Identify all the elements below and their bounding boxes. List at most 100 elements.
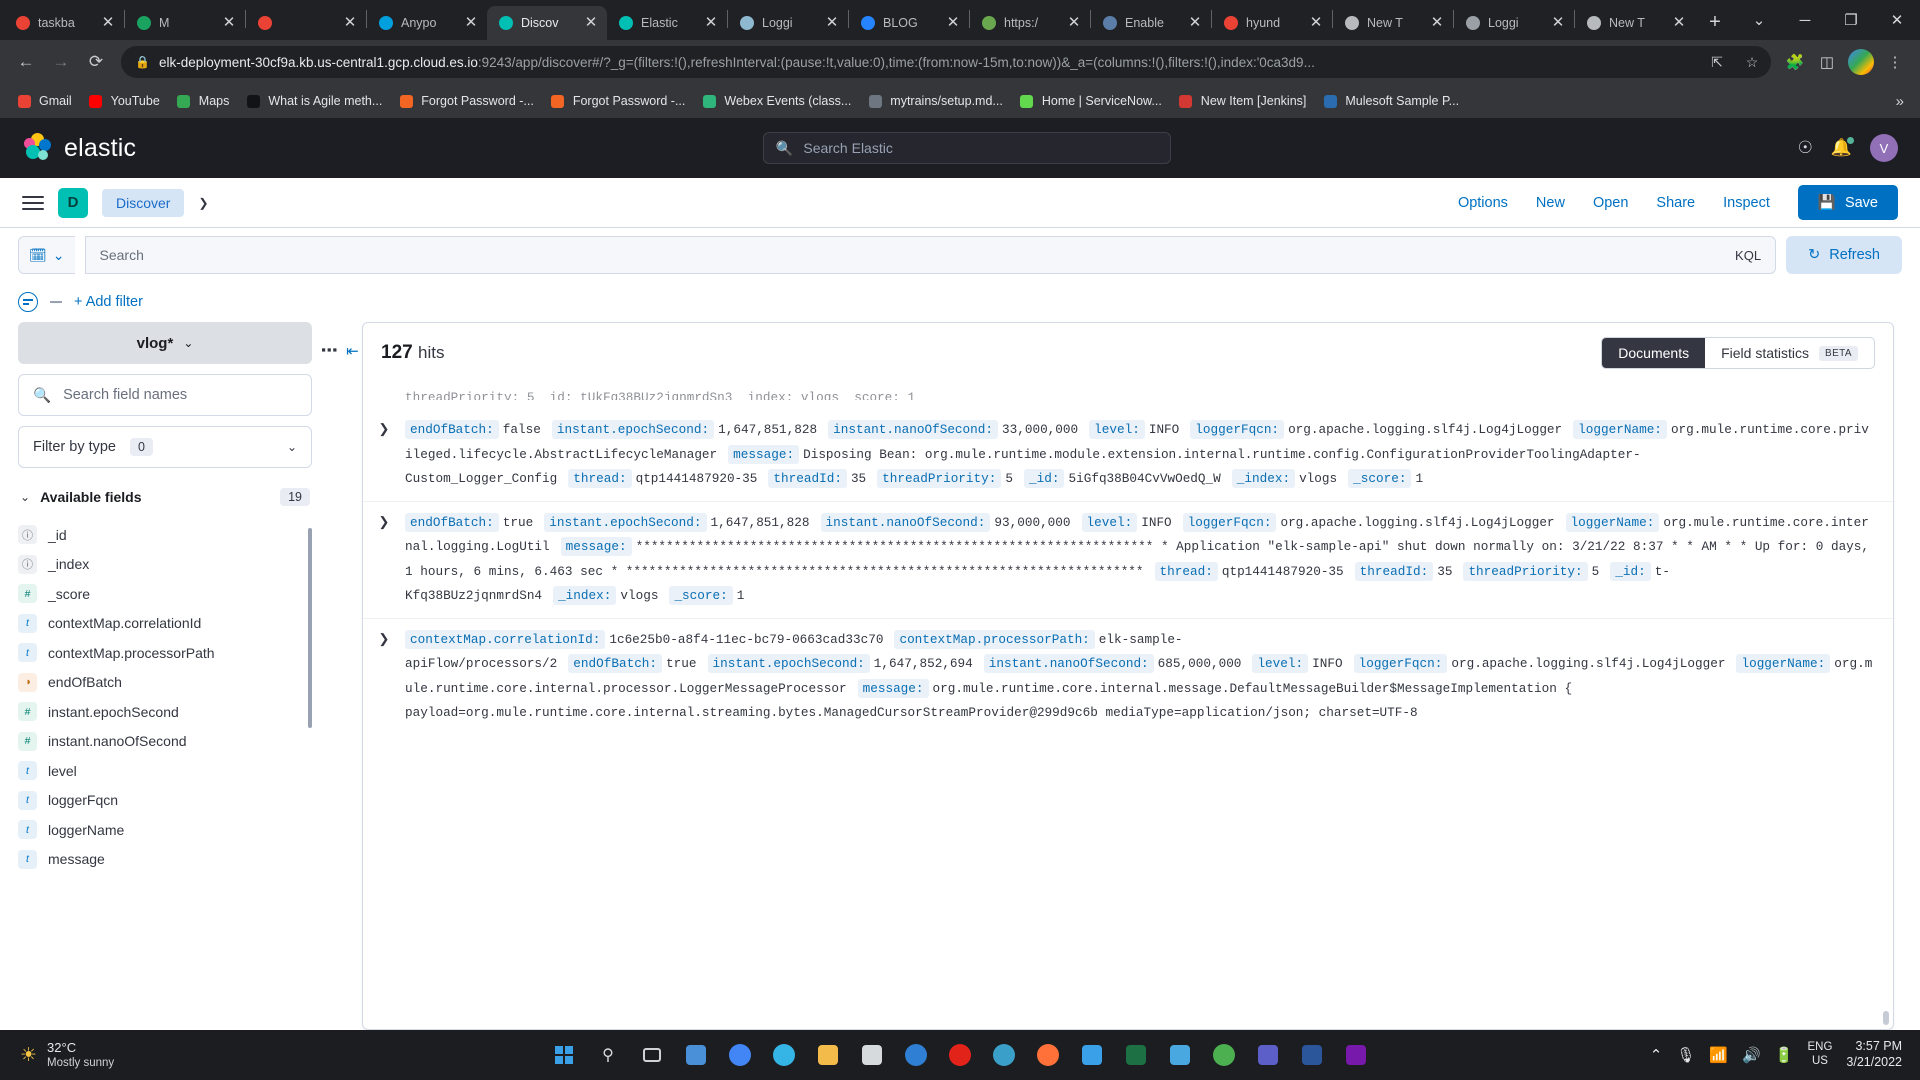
expand-row-icon[interactable]: ❯ xyxy=(373,511,395,609)
appbar-link-share[interactable]: Share xyxy=(1656,195,1695,211)
browser-tab[interactable]: Elastic ✕ xyxy=(607,6,727,40)
volume-icon[interactable]: 🔊 xyxy=(1742,1046,1761,1064)
onenote-icon[interactable] xyxy=(1341,1040,1371,1070)
expand-row-icon[interactable] xyxy=(373,388,395,400)
excel-icon[interactable] xyxy=(1121,1040,1151,1070)
address-bar[interactable]: 🔒 elk-deployment-30cf9a.kb.us-central1.g… xyxy=(121,46,1771,78)
page-title[interactable]: Discover xyxy=(102,188,185,217)
news-icon[interactable]: 🔔 xyxy=(1831,137,1854,158)
menu-icon[interactable] xyxy=(22,195,44,210)
field-search-input[interactable]: 🔍 Search field names xyxy=(18,374,312,416)
file-explorer-icon[interactable] xyxy=(813,1040,843,1070)
reload-icon[interactable]: ⟳ xyxy=(80,46,112,78)
drag-handle-icon[interactable]: ▪▪▪ xyxy=(321,342,338,357)
index-pattern-select[interactable]: vlog* ⌄ xyxy=(18,322,312,364)
kql-label[interactable]: KQL xyxy=(1735,248,1761,263)
opera-icon[interactable] xyxy=(945,1040,975,1070)
firefox-icon[interactable] xyxy=(1033,1040,1063,1070)
close-tab-icon[interactable]: ✕ xyxy=(824,15,840,31)
bookmark-item[interactable]: Maps xyxy=(168,89,238,113)
filter-icon[interactable] xyxy=(18,292,38,312)
documents-scrollbar[interactable] xyxy=(1883,1011,1889,1025)
bookmark-item[interactable]: Webex Events (class... xyxy=(693,89,859,113)
sidebar-field-contextMap.correlationId[interactable]: t contextMap.correlationId xyxy=(18,609,312,639)
browser-tab[interactable]: New T ✕ xyxy=(1575,6,1695,40)
sidebar-field-_score[interactable]: # _score xyxy=(18,579,312,609)
close-tab-icon[interactable]: ✕ xyxy=(1187,15,1203,31)
bookmark-item[interactable]: New Item [Jenkins] xyxy=(1170,89,1315,113)
teams-icon[interactable] xyxy=(1253,1040,1283,1070)
back-icon[interactable]: ← xyxy=(10,46,42,78)
chrome-icon[interactable] xyxy=(725,1040,755,1070)
language-indicator[interactable]: ENG US xyxy=(1807,1041,1832,1069)
sidebar-field-level[interactable]: t level xyxy=(18,756,312,786)
close-tab-icon[interactable]: ✕ xyxy=(703,15,719,31)
close-tab-icon[interactable]: ✕ xyxy=(945,15,961,31)
help-icon[interactable]: ☉ xyxy=(1798,138,1813,158)
clock[interactable]: 3:57 PM 3/21/2022 xyxy=(1846,1039,1902,1070)
sidebar-field-instant.epochSecond[interactable]: # instant.epochSecond xyxy=(18,697,312,727)
search-icon[interactable]: ⚲ xyxy=(593,1040,623,1070)
close-tab-icon[interactable]: ✕ xyxy=(1308,15,1324,31)
battery-icon[interactable]: 🔋 xyxy=(1775,1046,1794,1064)
calendar-icon[interactable] xyxy=(1077,1040,1107,1070)
browser-tab[interactable]: Enable ✕ xyxy=(1091,6,1211,40)
table-row[interactable]: ❯ endOfBatch: true instant.epochSecond: 1,64… xyxy=(363,500,1893,618)
chrome-menu-icon[interactable]: ⋮ xyxy=(1880,47,1910,77)
close-window-button[interactable]: ✕ xyxy=(1874,0,1920,40)
sidebar-icon[interactable]: ◫ xyxy=(1812,47,1842,77)
expand-row-icon[interactable]: ❯ xyxy=(373,418,395,492)
maximize-button[interactable]: ❐ xyxy=(1828,0,1874,40)
browser-tab[interactable]: https:/ ✕ xyxy=(970,6,1090,40)
bookmark-item[interactable]: mytrains/setup.md... xyxy=(859,89,1011,113)
new-tab-button[interactable]: + xyxy=(1701,8,1729,36)
share-icon[interactable]: ⇱ xyxy=(1704,49,1730,75)
add-filter-button[interactable]: + Add filter xyxy=(74,294,143,310)
tab-documents[interactable]: Documents xyxy=(1602,338,1706,368)
close-tab-icon[interactable]: ✕ xyxy=(1066,15,1082,31)
refresh-button[interactable]: ↻ Refresh xyxy=(1786,236,1902,274)
store-icon[interactable] xyxy=(857,1040,887,1070)
appbar-link-open[interactable]: Open xyxy=(1593,195,1628,211)
tab-search-icon[interactable]: ⌄ xyxy=(1736,0,1782,40)
appbar-link-new[interactable]: New xyxy=(1536,195,1565,211)
close-tab-icon[interactable]: ✕ xyxy=(342,15,358,31)
close-tab-icon[interactable]: ✕ xyxy=(1671,15,1687,31)
sidebar-field-loggerFqcn[interactable]: t loggerFqcn xyxy=(18,786,312,816)
sidebar-field-loggerName[interactable]: t loggerName xyxy=(18,815,312,845)
appbar-link-inspect[interactable]: Inspect xyxy=(1723,195,1770,211)
available-fields-header[interactable]: ⌄ Available fields 19 xyxy=(18,478,312,510)
user-avatar[interactable]: V xyxy=(1870,134,1898,162)
filter-by-type-button[interactable]: Filter by type 0 ⌄ xyxy=(18,426,312,468)
profile-avatar[interactable] xyxy=(1848,49,1874,75)
browser-tab[interactable]: ✕ xyxy=(246,6,366,40)
sidebar-field-message[interactable]: t message xyxy=(18,845,312,875)
browser-tab[interactable]: Loggi ✕ xyxy=(1454,6,1574,40)
mail-icon[interactable] xyxy=(901,1040,931,1070)
edge-icon[interactable] xyxy=(769,1040,799,1070)
tray-chevron-icon[interactable]: ⌃ xyxy=(1650,1046,1663,1064)
save-button[interactable]: 💾 Save xyxy=(1797,185,1898,220)
bookmark-item[interactable]: What is Agile meth... xyxy=(237,89,390,113)
minimize-button[interactable]: ─ xyxy=(1782,0,1828,40)
document-list[interactable]: threadPriority: 5 _id: tUkFq38BUz2jqnmrd… xyxy=(363,379,1893,1029)
bookmarks-overflow-icon[interactable]: » xyxy=(1888,93,1912,110)
windows-start-icon[interactable] xyxy=(549,1040,579,1070)
forward-icon[interactable]: → xyxy=(45,46,77,78)
weather-widget[interactable]: ☀ 32°C Mostly sunny xyxy=(10,1040,114,1071)
mic-icon[interactable]: 🎙 xyxy=(1676,1046,1695,1064)
field-list[interactable]: ⓘ _id ⓘ _index # _score t contextMap.correlatio… xyxy=(18,520,312,1030)
sidebar-scrollbar[interactable] xyxy=(308,528,312,728)
browser-tab[interactable]: BLOG ✕ xyxy=(849,6,969,40)
sidebar-field-contextMap.processorPath[interactable]: t contextMap.processorPath xyxy=(18,638,312,668)
sidebar-field-_index[interactable]: ⓘ _index xyxy=(18,550,312,580)
table-row-partial[interactable]: threadPriority: 5 _id: tUkFq38BUz2jqnmrd… xyxy=(363,379,1893,409)
browser-tab[interactable]: hyund ✕ xyxy=(1212,6,1332,40)
sidebar-field-instant.nanoOfSecond[interactable]: # instant.nanoOfSecond xyxy=(18,727,312,757)
close-tab-icon[interactable]: ✕ xyxy=(463,15,479,31)
collapse-sidebar-icon[interactable]: ⇤ xyxy=(346,342,359,360)
table-row[interactable]: ❯ contextMap.correlationId: 1c6e25b0-a8f4-… xyxy=(363,617,1893,735)
close-tab-icon[interactable]: ✕ xyxy=(221,15,237,31)
browser-tab[interactable]: Loggi ✕ xyxy=(728,6,848,40)
bookmark-star-icon[interactable]: ☆ xyxy=(1739,49,1765,75)
